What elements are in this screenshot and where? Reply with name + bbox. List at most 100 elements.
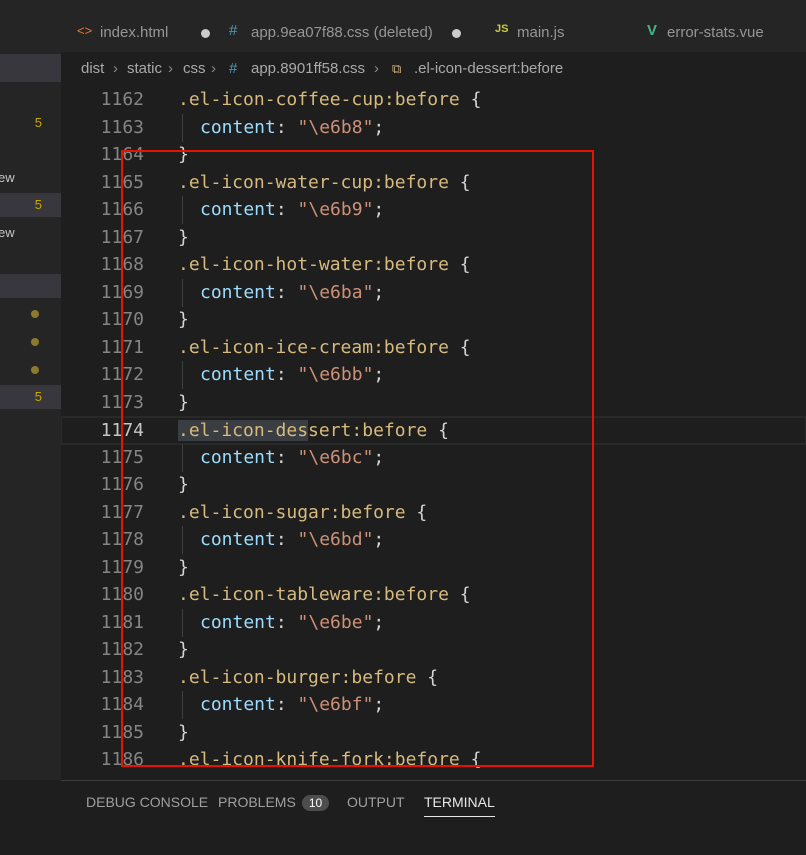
code-line[interactable]: 1171 .el-icon-ice-cream:before { [61, 334, 806, 361]
line-number: 1170 [100, 309, 144, 330]
breadcrumb-item[interactable]: dist [81, 60, 104, 77]
code-text: .el-icon-ice-cream:before { [178, 336, 471, 358]
css-selector: .el-icon-ice-cream:before [178, 336, 449, 358]
code-line[interactable]: 1183 .el-icon-burger:before { [61, 664, 806, 691]
code-line[interactable]: 1179} [61, 554, 806, 581]
css-property: content [200, 364, 276, 385]
code-line[interactable]: 1184 content: "\e6bf"; [61, 691, 806, 719]
breadcrumb-item[interactable]: css [183, 60, 206, 77]
line-number: 1175 [100, 446, 144, 468]
sidebar-item[interactable] [0, 358, 61, 382]
sidebar-section-header[interactable] [0, 54, 61, 82]
sidebar-item-label: ew [0, 170, 15, 185]
code-text: } [178, 309, 189, 330]
sidebar-item-label: ew [0, 225, 15, 240]
code-text: .el-icon-hot-water:before { [178, 254, 471, 275]
tab-debug-console[interactable]: DEBUG CONSOLE [86, 794, 208, 810]
code-line[interactable]: 1180 .el-icon-tableware:before { [61, 581, 806, 608]
code-line[interactable]: 1172 content: "\e6bb"; [61, 361, 806, 389]
tab-label: main.js [517, 24, 565, 41]
chevron-right-icon: › [168, 60, 173, 77]
tab-index-html[interactable]: <> index.html [77, 9, 217, 52]
sidebar-item[interactable]: ew [0, 221, 61, 245]
line-number: 1182 [100, 639, 144, 660]
tab-app-css-deleted[interactable]: # app.9ea07f88.css (deleted) [229, 9, 469, 52]
breadcrumb-item[interactable]: .el-icon-dessert:before [414, 60, 563, 77]
sidebar-item[interactable]: ew [0, 166, 61, 190]
code-line[interactable]: 1173} [61, 389, 806, 416]
code-line[interactable]: 1170} [61, 306, 806, 333]
line-number: 1180 [100, 584, 144, 605]
code-line[interactable]: 1162 .el-icon-coffee-cup:before { [61, 86, 806, 113]
code-text: } [178, 556, 189, 578]
code-text: .el-icon-water-cup:before { [178, 171, 471, 193]
indent-guide [182, 278, 183, 307]
line-number: 1165 [100, 171, 144, 193]
chevron-right-icon: › [374, 60, 379, 77]
css-property: content [200, 116, 276, 138]
line-number: 1181 [100, 611, 144, 633]
code-line[interactable]: 1174 .el-icon-dessert:before { [61, 416, 806, 445]
code-line[interactable]: 1164} [61, 141, 806, 168]
unsaved-dot-icon[interactable] [201, 29, 210, 38]
code-line[interactable]: 1181 content: "\e6be"; [61, 608, 806, 637]
code-line[interactable]: 1178 content: "\e6bd"; [61, 526, 806, 554]
sidebar-item[interactable] [0, 302, 61, 326]
tab-main-js[interactable]: JS main.js [495, 9, 615, 52]
code-line[interactable]: 1165 .el-icon-water-cup:before { [61, 169, 806, 196]
code-text: } [178, 226, 189, 248]
css-selector: .el-icon-water-cup:before [178, 171, 449, 193]
sidebar-item[interactable]: 5 [0, 111, 61, 135]
code-line[interactable]: 1167} [61, 224, 806, 251]
code-text: .el-icon-dessert:before { [178, 420, 449, 441]
sidebar-item[interactable] [0, 330, 61, 354]
css-value: "\e6b8" [297, 116, 374, 138]
code-editor[interactable]: 1162 .el-icon-coffee-cup:before {1163 cont… [61, 84, 806, 780]
css-selector: .el-icon-coffee-cup:before [178, 89, 460, 110]
css-value: "\e6bf" [297, 694, 374, 715]
css-value: "\e6b9" [297, 199, 374, 220]
code-line[interactable]: 1169 content: "\e6ba"; [61, 278, 806, 307]
code-text: .el-icon-tableware:before { [178, 584, 471, 605]
line-number: 1184 [100, 694, 144, 715]
sidebar-section-header[interactable] [0, 274, 61, 298]
code-text: .el-icon-coffee-cup:before { [178, 89, 482, 110]
line-number: 1172 [100, 364, 144, 385]
indent-guide [182, 526, 183, 554]
css-property: content [200, 529, 276, 550]
code-line[interactable]: 1176} [61, 471, 806, 498]
code-text: .el-icon-knife-fork:before { [178, 749, 482, 770]
breadcrumb-item[interactable]: static [127, 60, 162, 77]
modified-dot-icon [31, 310, 39, 318]
code-line[interactable]: 1163 content: "\e6b8"; [61, 113, 806, 142]
line-number: 1173 [100, 391, 144, 413]
problem-count-badge: 5 [34, 115, 42, 130]
code-line[interactable]: 1168 .el-icon-hot-water:before { [61, 251, 806, 278]
bottom-panel: DEBUG CONSOLE PROBLEMS 10 OUTPUT TERMINAL [61, 780, 806, 855]
code-line[interactable]: 1175 content: "\e6bc"; [61, 443, 806, 472]
unsaved-dot-icon[interactable] [452, 29, 461, 38]
sidebar-item-selected[interactable]: 5 [0, 193, 61, 217]
tab-problems[interactable]: PROBLEMS 10 [218, 794, 330, 811]
breadcrumb-item[interactable]: app.8901ff58.css [251, 60, 365, 77]
tab-terminal[interactable]: TERMINAL [424, 794, 495, 817]
line-number: 1174 [100, 420, 144, 441]
line-number: 1185 [100, 721, 144, 743]
code-line[interactable]: 1182} [61, 636, 806, 663]
code-line[interactable]: 1186 .el-icon-knife-fork:before { [61, 746, 806, 773]
code-line[interactable]: 1177 .el-icon-sugar:before { [61, 499, 806, 526]
vue-file-icon: V [647, 22, 658, 39]
css-property: content [200, 611, 276, 633]
sidebar-item-selected[interactable]: 5 [0, 385, 61, 409]
indent-guide [182, 361, 183, 389]
html-file-icon: <> [77, 23, 93, 38]
tab-error-stats-vue[interactable]: V error-stats.vue [647, 9, 806, 52]
code-text: } [178, 391, 189, 413]
css-value: "\e6bd" [297, 529, 374, 550]
code-line[interactable]: 1166 content: "\e6b9"; [61, 196, 806, 224]
code-text: content: "\e6bc"; [200, 446, 385, 468]
code-line[interactable]: 1185} [61, 719, 806, 746]
explorer-sidebar: 5 ew 5 ew 5 [0, 0, 61, 780]
css-selector: .el-icon-sugar:before [178, 501, 406, 523]
tab-output[interactable]: OUTPUT [347, 794, 405, 810]
